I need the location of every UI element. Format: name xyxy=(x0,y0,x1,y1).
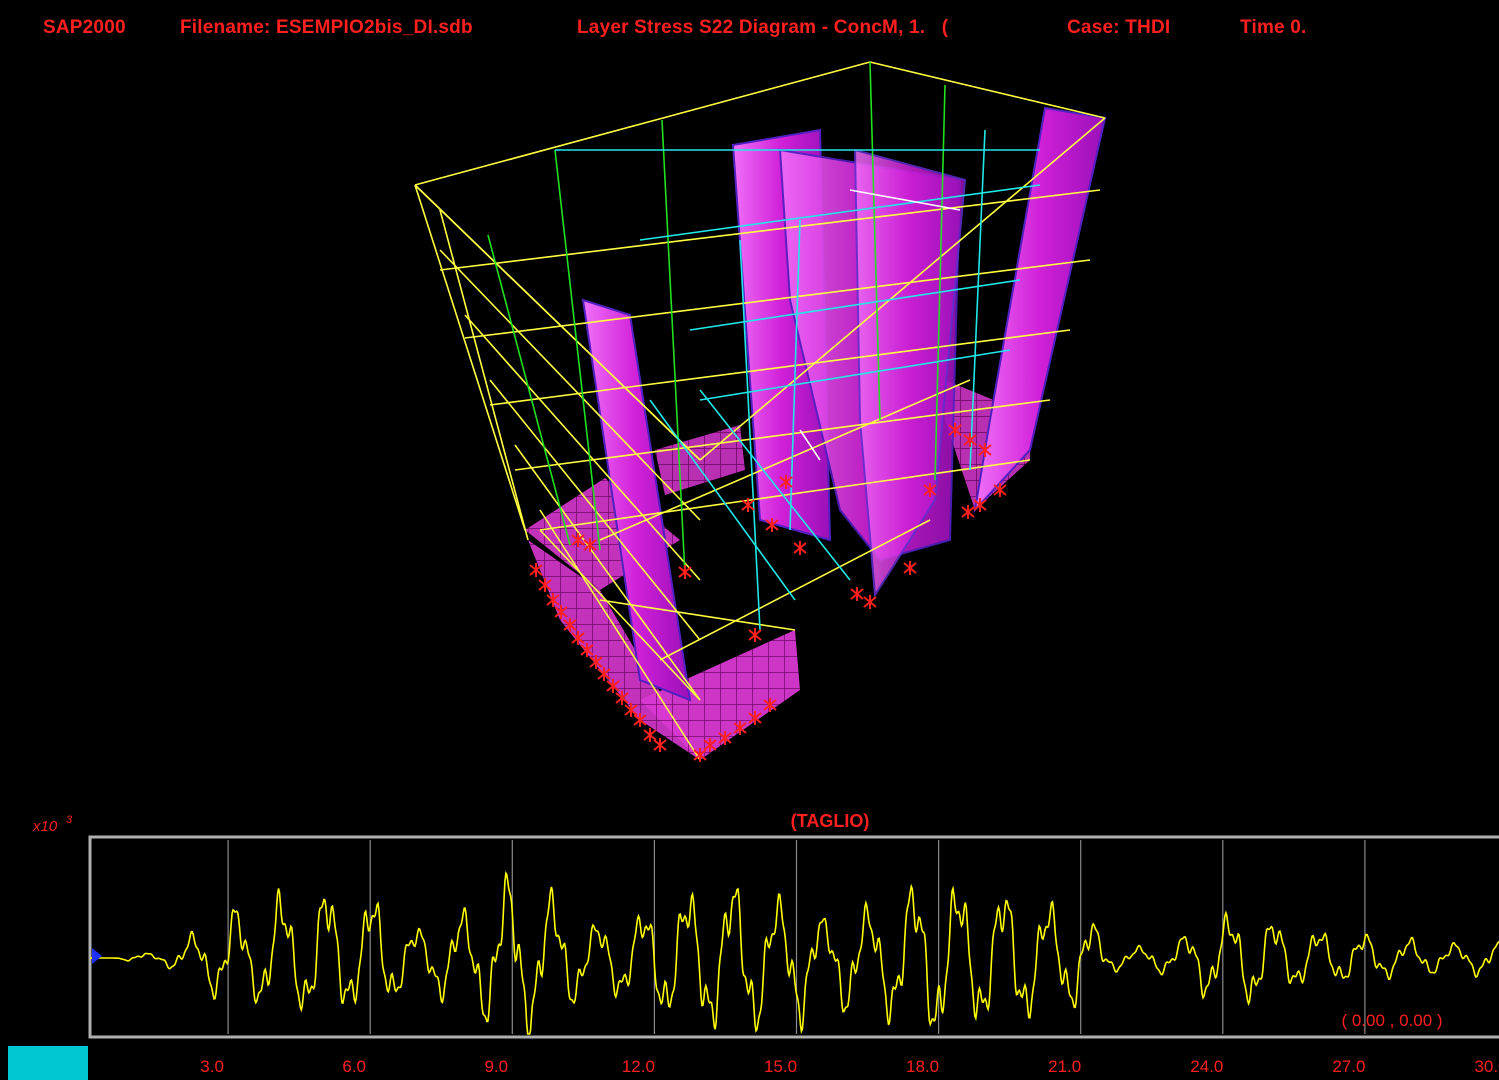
support-icon xyxy=(793,541,807,555)
x-tick-label: 24.0 xyxy=(1190,1057,1223,1076)
diagram-label: Layer Stress S22 Diagram - ConcM, 1. ( xyxy=(577,17,949,38)
frame-line xyxy=(487,234,571,546)
x-axis-ticks: 3.0 6.0 9.0 12.0 15.0 18.0 21.0 24.0 27.0 30.0 xyxy=(200,1057,1499,1076)
support-icon xyxy=(903,561,917,575)
x-tick-label: 21.0 xyxy=(1048,1057,1081,1076)
support-icon xyxy=(748,628,762,642)
title-bar: SAP2000 Filename: ESEMPIO2bis_DI.sdb Lay… xyxy=(0,0,1499,54)
x-tick-label: 15.0 xyxy=(764,1057,797,1076)
plot-title: (TAGLIO) xyxy=(791,811,870,831)
support-icon xyxy=(961,505,975,519)
cursor-readout: ( 0.00 , 0.00 ) xyxy=(1341,1011,1442,1030)
support-icon xyxy=(850,587,864,601)
frame-line xyxy=(869,61,1106,119)
frame-line xyxy=(661,119,686,576)
x-tick-label: 6.0 xyxy=(342,1057,366,1076)
time-label: Time 0. xyxy=(1240,17,1307,38)
x-tick-label: 12.0 xyxy=(622,1057,655,1076)
frame-line xyxy=(414,184,526,531)
shear-walls xyxy=(581,106,1107,702)
plot-scale-label: x10 xyxy=(32,818,58,835)
x-tick-label: 3.0 xyxy=(200,1057,224,1076)
app-name: SAP2000 xyxy=(43,17,126,38)
time-marker[interactable] xyxy=(8,1046,88,1080)
x-tick-label: 27.0 xyxy=(1332,1057,1365,1076)
case-label: Case: THDI xyxy=(1067,17,1171,38)
frame-line xyxy=(439,209,529,541)
x-tick-label: 18.0 xyxy=(906,1057,939,1076)
x-tick-label: 9.0 xyxy=(484,1057,508,1076)
plot-scale-exponent: 3 xyxy=(66,814,73,826)
model-3d-viewport[interactable] xyxy=(0,54,1499,806)
time-history-plot[interactable]: x10 3 (TAGLIO) ( 0.00 , 0.00 ) 3.0 6.0 9.0… xyxy=(0,806,1499,1080)
x-tick-label: 30.0 xyxy=(1474,1057,1499,1076)
filename-label: Filename: ESEMPIO2bis_DI.sdb xyxy=(180,17,473,38)
